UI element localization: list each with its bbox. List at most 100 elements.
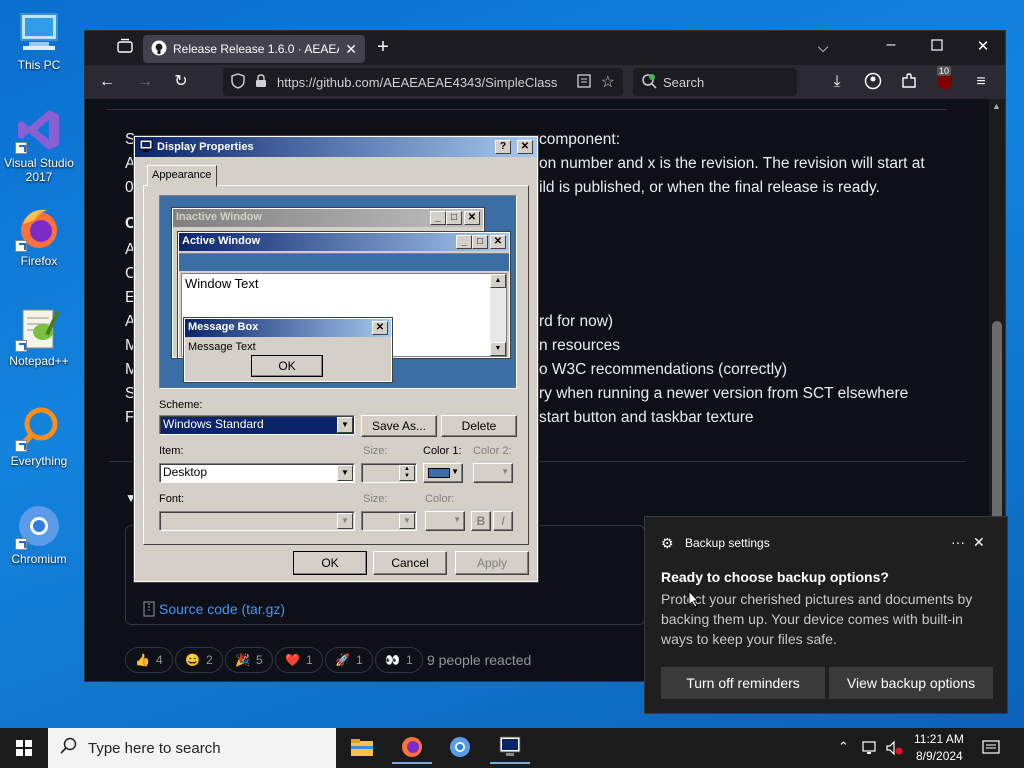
message-box-preview: Message Box ✕ Message Text OK [183,317,393,383]
save-as-button[interactable]: Save As... [361,415,437,437]
reaction-thumbs-up[interactable]: 👍 4 [125,647,173,673]
scroll-thumb[interactable] [992,321,1002,521]
backup-notification: ⚙ Backup settings ··· ✕ Ready to choose … [644,516,1008,714]
active-window-title: Active Window [182,235,261,247]
reaction-rocket[interactable]: 🚀 1 [325,647,373,673]
download-icon[interactable]: ⤓ [827,72,847,92]
desktop-icon-label: Visual Studio 2017 [4,156,74,184]
dialog-close-button[interactable]: ✕ [517,140,533,154]
desktop-icon-visual-studio[interactable]: Visual Studio 2017 [0,106,78,184]
close-window-icon[interactable]: ✕ [973,37,993,57]
chevron-down-icon[interactable]: ▼ [337,417,353,433]
close-icon[interactable]: ✕ [973,534,985,551]
tab-release[interactable]: Release Release 1.6.0 · AEAEAEAE ✕ [143,35,365,63]
text-line: n resources [539,337,620,354]
nav-bar: ← → ↻ https://github.com/AEAEAEAE4343/Si… [85,65,1005,99]
scheme-select[interactable]: Windows Standard ▼ [159,415,355,435]
dialog-titlebar[interactable]: Display Properties ? ✕ [135,137,537,157]
magnifier-icon [15,404,63,452]
shield-icon[interactable] [231,72,245,92]
font-color-label: Color: [425,493,455,505]
turn-off-reminders-button[interactable]: Turn off reminders [661,667,825,699]
desktop-icon-label: This PC [17,58,61,72]
taskbar: Type here to search ⌃ 11:21 AM 8/9/2024 [0,728,1024,768]
desktop-icon-label: Notepad++ [9,354,69,368]
forward-arrow-icon[interactable]: → [135,72,155,92]
more-options-icon[interactable]: ··· [951,534,965,550]
chevron-down-icon[interactable]: ▼ [337,465,353,481]
search-icon [641,73,657,92]
color1-button[interactable]: ▼ [423,463,463,483]
text-line: o W3C recommendations (correctly) [539,361,788,378]
ublock-shield-icon[interactable]: 10 [935,66,955,92]
reaction-tada[interactable]: 🎉 5 [225,647,273,673]
taskbar-search-input[interactable]: Type here to search [48,728,336,768]
tab-close-icon[interactable]: ✕ [345,41,357,58]
url-text: https://github.com/AEAEAEAE4343/SimpleCl… [277,74,558,90]
text-line: start button and taskbar texture [539,409,754,426]
network-icon[interactable] [862,740,880,759]
lock-icon[interactable] [255,73,267,91]
notification-center-icon[interactable] [982,739,1000,760]
back-arrow-icon[interactable]: ← [97,72,117,92]
apply-button[interactable]: Apply [455,551,529,575]
reaction-heart[interactable]: ❤️ 1 [275,647,323,673]
scheme-preview[interactable]: Inactive Window _ □ ✕ Active Window _ □ ✕ Wi… [159,195,517,389]
reaction-smile[interactable]: 😄 2 [175,647,223,673]
taskbar-file-explorer[interactable] [342,732,382,764]
close-icon: ✕ [464,211,480,225]
taskbar-firefox[interactable] [392,732,432,764]
tab-appearance[interactable]: Appearance [147,165,217,187]
color1-swatch [428,468,450,478]
windows-start-icon[interactable] [16,740,32,759]
reload-icon[interactable]: ↻ [171,72,191,92]
desktop-icon-chromium[interactable]: Chromium [0,502,78,566]
desktop-icon-everything[interactable]: Everything [0,404,78,468]
chevron-up-icon[interactable]: ⌃ [838,739,849,755]
item-select[interactable]: Desktop ▼ [159,463,355,483]
bookmark-star-icon[interactable]: ☆ [601,72,615,92]
ok-button[interactable]: OK [293,551,367,575]
chevron-down-icon: ▼ [501,467,509,476]
reader-view-icon[interactable] [577,73,591,91]
chevron-down-icon[interactable]: ⌵ [813,37,833,57]
source-code-link[interactable]: Source code (tar.gz) [159,601,285,617]
desktop-icon-this-pc[interactable]: This PC [0,8,78,72]
color2-label: Color 2: [473,445,512,457]
scroll-up-icon[interactable]: ▲ [992,101,1001,111]
url-bar[interactable]: https://github.com/AEAEAEAE4343/SimpleCl… [223,68,623,96]
taskbar-search-placeholder: Type here to search [88,739,221,757]
tab-list-icon[interactable] [115,37,135,57]
reacted-summary: 9 people reacted [427,652,532,668]
mouse-cursor-icon [688,589,700,611]
extension-badge: 10 [937,66,952,76]
search-bar[interactable]: Search [633,68,797,96]
account-icon[interactable] [863,72,883,92]
volume-muted-icon[interactable] [886,740,904,759]
delete-button[interactable]: Delete [441,415,517,437]
dialog-title: Display Properties [157,141,254,153]
preview-ok-button: OK [251,355,323,377]
new-tab-icon[interactable]: + [373,37,393,57]
clock-time[interactable]: 11:21 AM [914,732,964,746]
reaction-eyes[interactable]: 👀 1 [375,647,423,673]
monitor-icon [498,734,522,761]
desktop-icon-notepadpp[interactable]: Notepad++ [0,304,78,368]
minimize-icon[interactable]: – [881,35,901,55]
cancel-button[interactable]: Cancel [373,551,447,575]
font-size-label: Size: [363,493,388,505]
text-line: on number and x is the revision. The rev… [539,155,925,172]
scroll-up-icon: ▲ [490,274,506,288]
taskbar-display-properties[interactable] [490,732,530,764]
notification-app-name: Backup settings [685,536,770,550]
maximize-icon[interactable] [927,37,947,57]
spinner-icon: ▲ ▼ [399,465,415,481]
notepad-icon [15,304,63,352]
extensions-puzzle-icon[interactable] [899,72,919,92]
clock-date[interactable]: 8/9/2024 [916,749,963,763]
taskbar-chromium[interactable] [440,732,480,764]
help-button[interactable]: ? [495,140,511,154]
hamburger-menu-icon[interactable]: ≡ [971,72,991,92]
view-backup-options-button[interactable]: View backup options [829,667,993,699]
desktop-icon-firefox[interactable]: Firefox [0,204,78,268]
